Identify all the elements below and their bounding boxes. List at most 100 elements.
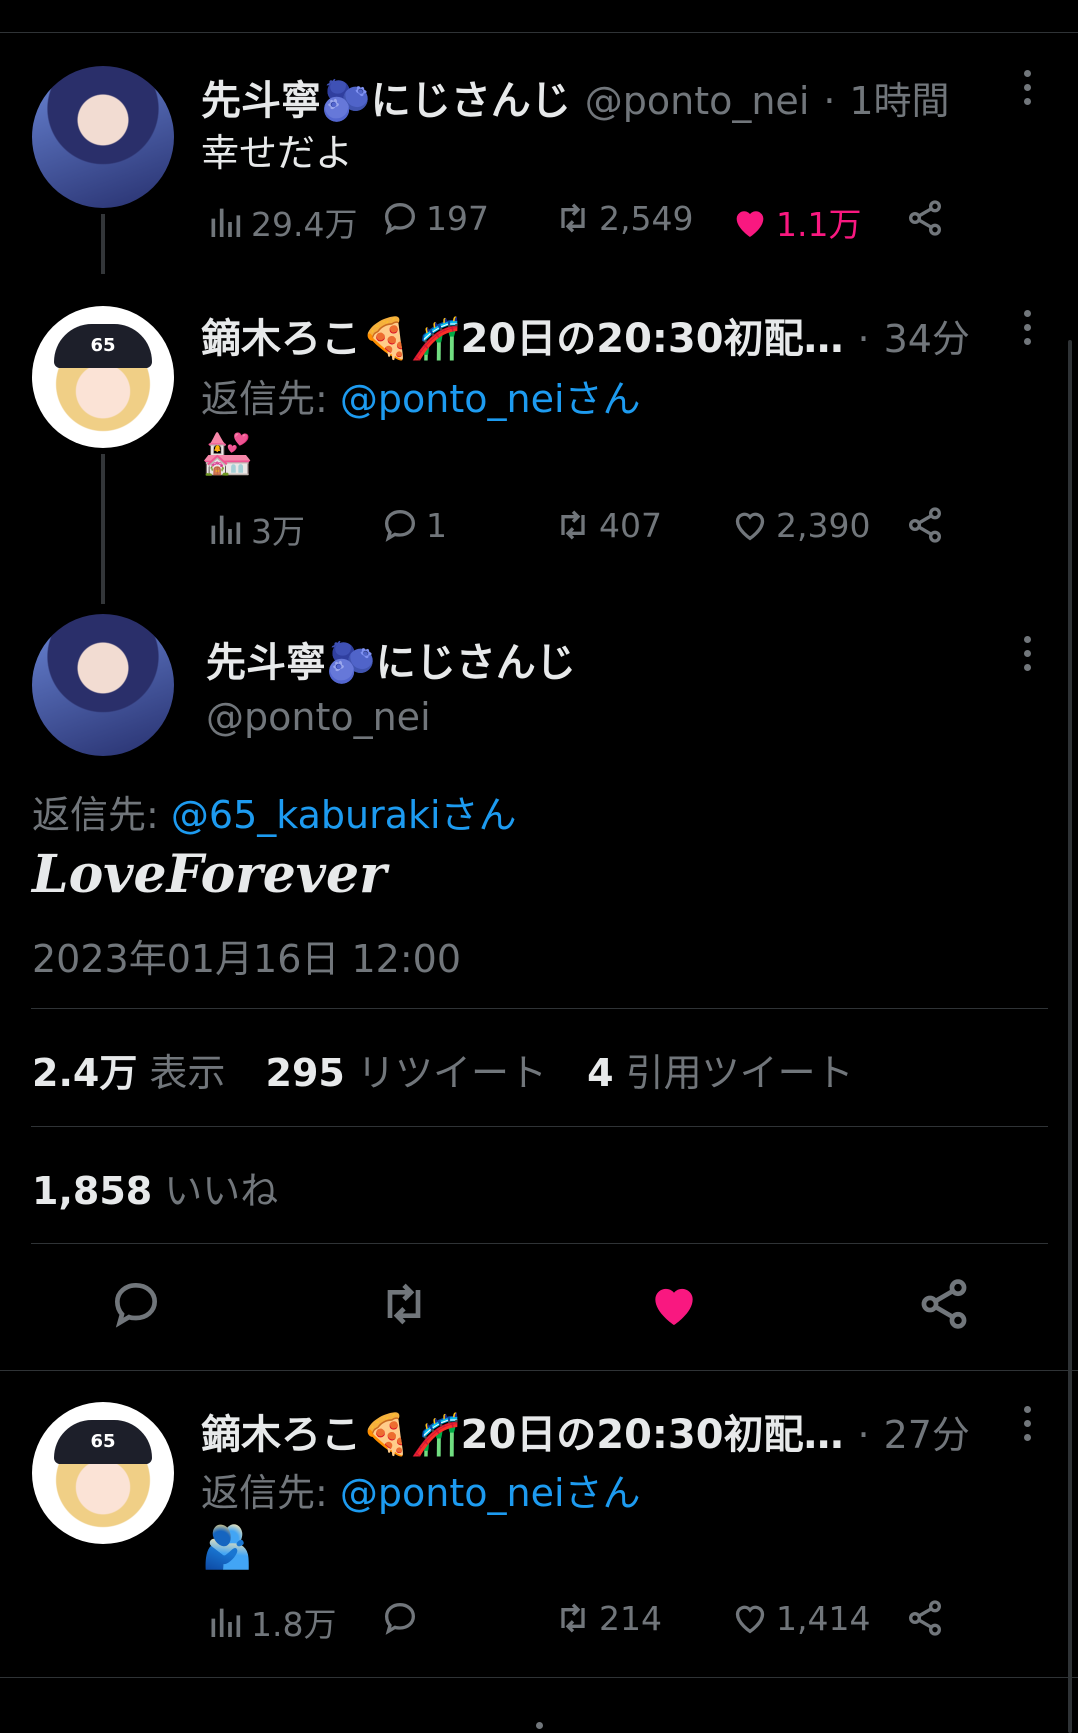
display-name[interactable]: 鏑木ろこ🍕🎢20日の20:30初配… [201, 1412, 844, 1458]
views-count: 2.4万 [32, 1051, 138, 1095]
views-button[interactable]: 29.4万 [205, 198, 357, 246]
tweet-timestamp[interactable]: 2023年01月16日 12:00 [32, 928, 461, 983]
retweets-label: リツイート [356, 1051, 547, 1095]
reply-prefix: 返信先: [201, 377, 340, 421]
retweet-button[interactable] [376, 1276, 432, 1332]
share-button[interactable] [905, 1598, 945, 1638]
views-button[interactable]: 3万 [205, 505, 305, 553]
retweet-icon [561, 1603, 585, 1633]
more-icon[interactable] [1024, 636, 1032, 676]
avatar[interactable]: 65 [32, 306, 174, 448]
like-button[interactable]: 1.1万 [730, 198, 861, 246]
retweets-count: 295 [265, 1051, 345, 1095]
views-stat[interactable]: 2.4万 表示 [32, 1051, 225, 1095]
retweet-icon [561, 203, 585, 233]
share-icon [909, 1600, 941, 1636]
tweet-actions: 29.4万 197 2,549 1.1万 [0, 198, 1078, 248]
separator: · [857, 1413, 870, 1457]
main-actions [0, 1276, 1078, 1336]
quotes-label: 引用ツイート [625, 1051, 854, 1095]
share-icon [921, 1279, 967, 1329]
tweet-text: 💒 [201, 428, 254, 477]
tweet-actions: 3万 1 407 2,390 [0, 505, 1078, 555]
like-button[interactable] [646, 1276, 702, 1332]
reply-button[interactable] [108, 1276, 164, 1332]
tweet-actions: 1.8万 214 1,414 [0, 1598, 1078, 1648]
reply-button[interactable] [380, 1598, 426, 1638]
views-icon [211, 1608, 241, 1637]
reply-icon [384, 1602, 416, 1635]
handle[interactable]: @ponto_nei [206, 695, 431, 739]
timestamp[interactable]: 1時間 [849, 79, 949, 123]
share-button[interactable] [916, 1276, 972, 1332]
reply-prefix: 返信先: [32, 793, 171, 837]
timestamp[interactable]: 34分 [884, 317, 970, 361]
like-count: 1.1万 [776, 205, 862, 244]
views-count: 29.4万 [251, 205, 358, 244]
timestamp[interactable]: 27分 [884, 1413, 970, 1457]
reply-button[interactable]: 197 [380, 198, 489, 238]
views-count: 1.8万 [251, 1605, 337, 1644]
avatar[interactable] [32, 614, 174, 756]
likes-stat[interactable]: 1,858 いいね [32, 1160, 278, 1215]
quotes-stat[interactable]: 4 引用ツイート [587, 1051, 854, 1095]
heart-outline-icon [735, 512, 765, 541]
like-count: 2,390 [776, 505, 871, 545]
separator: · [823, 79, 836, 123]
retweet-count: 2,549 [599, 198, 694, 238]
reply-button[interactable]: 1 [380, 505, 447, 545]
retweet-button[interactable]: 2,549 [553, 198, 693, 238]
retweet-button[interactable]: 214 [553, 1598, 662, 1638]
views-icon [211, 515, 241, 544]
share-button[interactable] [905, 505, 945, 545]
share-icon [909, 507, 941, 543]
more-icon[interactable] [1024, 310, 1032, 350]
reply-count: 197 [426, 198, 489, 238]
views-button[interactable]: 1.8万 [205, 1598, 336, 1646]
tweet-author[interactable]: 先斗寧🫐にじさんじ @ponto_nei · 1時間 [201, 68, 950, 126]
more-icon[interactable] [1024, 1406, 1032, 1446]
display-name[interactable]: 先斗寧🫐にじさんじ [201, 78, 571, 124]
retweet-count: 407 [599, 505, 662, 545]
avatar[interactable] [32, 66, 174, 208]
reply-context: 返信先: @65_kaburakiさん [32, 784, 517, 839]
handle[interactable]: @ponto_nei [585, 79, 810, 123]
likes-count: 1,858 [32, 1169, 153, 1213]
reply-icon [384, 509, 416, 542]
tweet-text: 幸せだよ [201, 131, 354, 175]
reply-to-link[interactable]: @ponto_neiさん [340, 1471, 641, 1515]
cap-logo: 65 [54, 1420, 152, 1464]
tweet-author[interactable]: 鏑木ろこ🍕🎢20日の20:30初配… · 27分 [201, 1402, 970, 1460]
share-button[interactable] [905, 198, 945, 238]
like-button[interactable]: 2,390 [730, 505, 870, 545]
top-divider [0, 32, 1078, 33]
like-button[interactable]: 1,414 [730, 1598, 870, 1638]
divider [31, 1126, 1048, 1127]
divider [0, 1370, 1078, 1371]
reply-prefix: 返信先: [201, 1471, 340, 1515]
loading-dot [536, 1722, 543, 1729]
avatar[interactable]: 65 [32, 1402, 174, 1544]
retweets-stat[interactable]: 295 リツイート [266, 1051, 547, 1095]
more-icon[interactable] [1024, 70, 1032, 110]
quotes-count: 4 [587, 1051, 614, 1095]
scrollbar[interactable] [1068, 340, 1072, 1733]
display-name[interactable]: 先斗寧🫐にじさんじ [206, 630, 576, 688]
reply-to-link[interactable]: @ponto_neiさん [340, 377, 641, 421]
retweet-count: 214 [599, 1598, 662, 1638]
cap-logo: 65 [54, 324, 152, 368]
display-name[interactable]: 鏑木ろこ🍕🎢20日の20:30初配… [201, 316, 844, 362]
stats-row: 2.4万 表示 295 リツイート 4 引用ツイート [32, 1042, 854, 1097]
reply-context: 返信先: @ponto_neiさん [201, 368, 641, 423]
views-count: 3万 [251, 512, 305, 551]
heart-filled-icon [655, 1288, 693, 1325]
divider [31, 1008, 1048, 1009]
tweet-text: 🫂 [201, 1522, 254, 1571]
reply-to-link[interactable]: @65_kaburakiさん [171, 793, 517, 837]
tweet-author[interactable]: 鏑木ろこ🍕🎢20日の20:30初配… · 34分 [201, 306, 970, 364]
like-count: 1,414 [776, 1598, 871, 1638]
divider [31, 1243, 1048, 1244]
tweet-text: LoveForever [32, 844, 387, 905]
retweet-icon [561, 510, 585, 540]
retweet-button[interactable]: 407 [553, 505, 662, 545]
